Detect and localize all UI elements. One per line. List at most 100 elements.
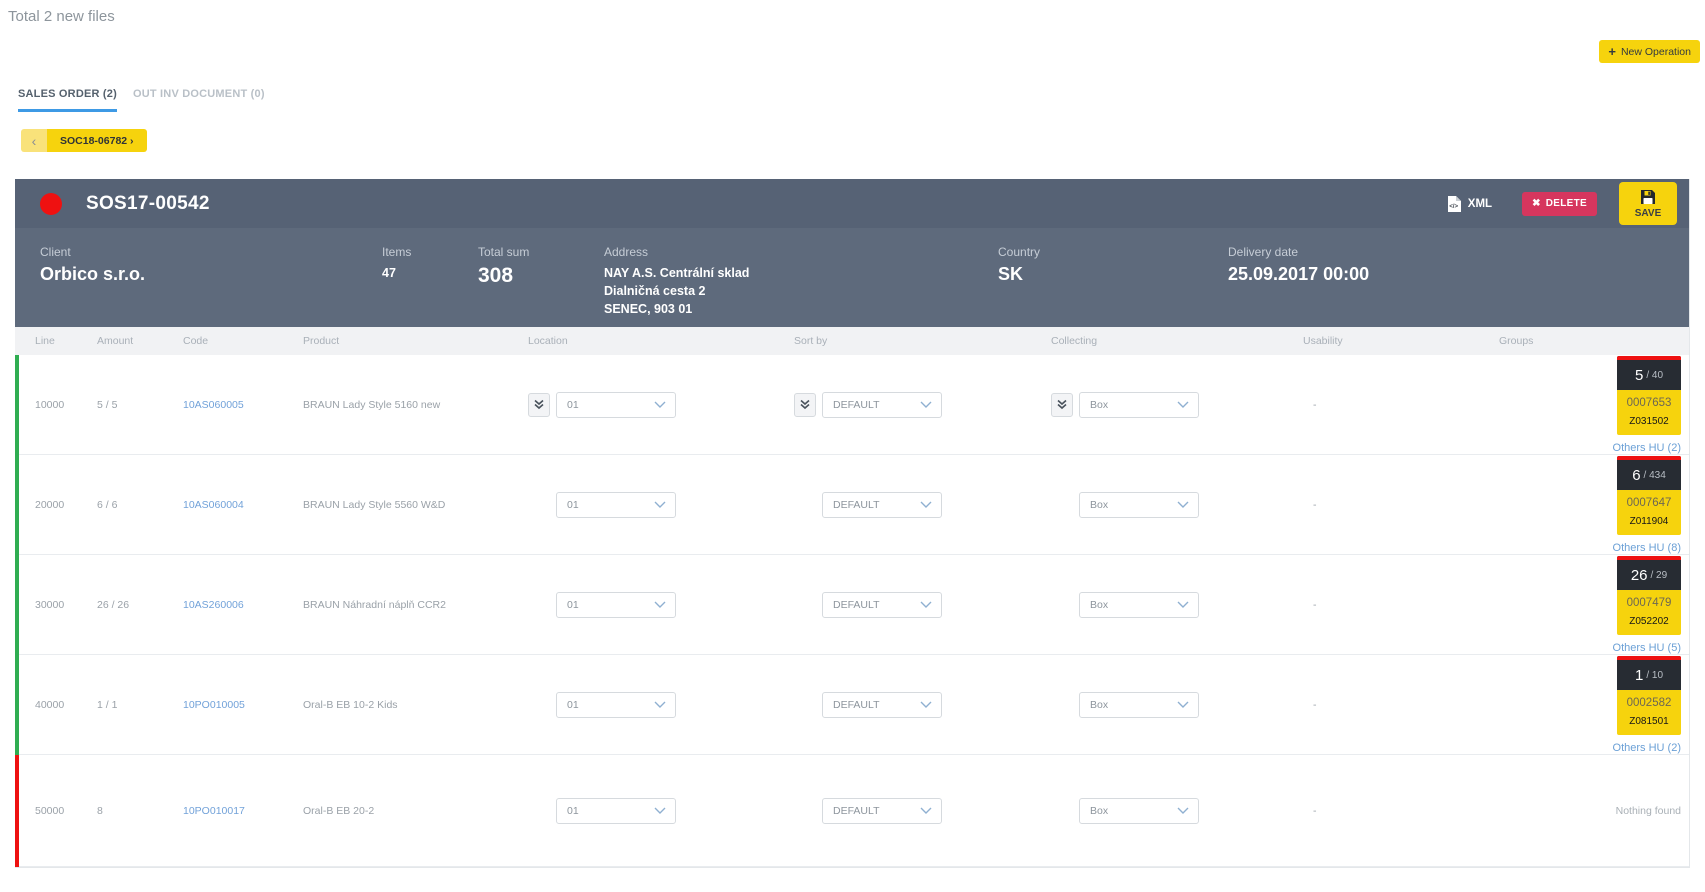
product-code-link[interactable]: 10AS060005 [183, 399, 244, 411]
product-code-link[interactable]: 10PO010005 [183, 699, 245, 711]
others-hu-link[interactable]: Others HU (5) [1613, 642, 1681, 654]
total-sum-value: 308 [478, 264, 514, 287]
location-select[interactable]: 01 [556, 491, 676, 518]
current-document-button[interactable]: SOC18-06782 › [47, 129, 147, 152]
collecting-select[interactable]: Box [1079, 491, 1199, 518]
xml-file-icon: </> [1447, 195, 1461, 212]
table-row: 10000 5 / 5 10AS060005 BRAUN Lady Style … [15, 355, 1689, 455]
row-status-bar [15, 355, 19, 455]
line-value: 50000 [35, 804, 65, 817]
status-circle-icon [40, 192, 62, 215]
tab-sales-order[interactable]: SALES ORDER (2) [18, 88, 117, 112]
chevron-down-icon [654, 401, 666, 408]
collecting-select[interactable]: Box [1079, 691, 1199, 718]
hu-card[interactable]: 26 / 29 0007479 Z052202 [1617, 556, 1681, 635]
info-country: Country SK [998, 245, 1228, 327]
column-header-groups: Groups [1499, 335, 1534, 347]
sort-by-select[interactable]: DEFAULT [822, 491, 942, 518]
hu-empty-text: Nothing found [1615, 805, 1681, 817]
table-body: 10000 5 / 5 10AS060005 BRAUN Lady Style … [15, 355, 1689, 867]
hu-card[interactable]: 5 / 40 0007653 Z031502 [1617, 356, 1681, 435]
table-header: Line Amount Code Product Location Sort by Coll… [15, 327, 1689, 355]
new-operation-button[interactable]: + New Operation [1599, 40, 1700, 63]
fill-down-button[interactable] [1051, 392, 1073, 417]
chevron-down-icon [920, 807, 932, 814]
line-value: 30000 [35, 598, 65, 611]
sortby-select-value: DEFAULT [833, 498, 880, 511]
info-total-sum: Total sum 308 [478, 245, 604, 327]
order-id: SOS17-00542 [86, 192, 210, 214]
sortby-select-value: DEFAULT [833, 398, 880, 411]
fill-down-button[interactable] [528, 392, 550, 417]
column-header-product: Product [303, 335, 340, 347]
fill-down-button[interactable] [794, 392, 816, 417]
collecting-select[interactable]: Box [1079, 797, 1199, 824]
sort-by-select[interactable]: DEFAULT [822, 391, 942, 418]
chevron-down-icon [1177, 501, 1189, 508]
sortby-select-value: DEFAULT [833, 804, 880, 817]
column-header-location: Location [528, 335, 568, 347]
location-select[interactable]: 01 [556, 691, 676, 718]
amount-value: 8 [97, 804, 103, 817]
double-chevron-down-icon [534, 399, 544, 410]
collecting-select-value: Box [1090, 804, 1109, 817]
sortby-select-value: DEFAULT [833, 598, 880, 611]
others-hu-link[interactable]: Others HU (2) [1613, 442, 1681, 454]
delete-label: DELETE [1545, 198, 1587, 209]
amount-value: 26 / 26 [97, 598, 130, 611]
sort-by-select[interactable]: DEFAULT [822, 691, 942, 718]
table-row: 20000 6 / 6 10AS060004 BRAUN Lady Style … [15, 455, 1689, 555]
collecting-select[interactable]: Box [1079, 391, 1199, 418]
table-row: 30000 26 / 26 10AS260006 BRAUN Náhradní … [15, 555, 1689, 655]
xml-button[interactable]: </> XML [1447, 195, 1492, 213]
svg-text:</>: </> [1449, 203, 1458, 210]
others-hu-link[interactable]: Others HU (8) [1613, 542, 1681, 554]
save-button[interactable]: SAVE [1619, 182, 1677, 225]
product-code-link[interactable]: 10AS260006 [183, 599, 244, 611]
hu-count: 26 [1630, 566, 1648, 584]
save-label: SAVE [1634, 207, 1662, 219]
tab-out-inv-document[interactable]: OUT INV DOCUMENT (0) [133, 88, 265, 112]
sort-by-select[interactable]: DEFAULT [822, 591, 942, 618]
product-code-link[interactable]: 10PO010017 [183, 805, 245, 817]
delete-button[interactable]: ✖ DELETE [1522, 191, 1597, 216]
chevron-down-icon [920, 501, 932, 508]
sort-by-select[interactable]: DEFAULT [822, 797, 942, 824]
product-code-link[interactable]: 10AS060004 [183, 499, 244, 511]
others-hu-link[interactable]: Others HU (2) [1613, 742, 1681, 754]
line-value: 40000 [35, 698, 65, 711]
product-name: BRAUN Náhradní náplň CCR2 [303, 598, 446, 611]
address-value: NAY A.S. Centrální sklad Dialničná cesta… [604, 266, 750, 317]
tabs: SALES ORDER (2) OUT INV DOCUMENT (0) [18, 88, 265, 112]
location-select-value: 01 [567, 804, 579, 817]
xml-label: XML [1467, 197, 1493, 210]
country-value: SK [998, 264, 1024, 284]
location-select[interactable]: 01 [556, 591, 676, 618]
chevron-down-icon [920, 601, 932, 608]
location-select-value: 01 [567, 598, 579, 611]
usability-value: - [1313, 804, 1317, 817]
prev-document-button[interactable]: ‹ [21, 129, 47, 152]
location-select[interactable]: 01 [556, 797, 676, 824]
row-status-bar [15, 755, 19, 867]
delivery-date-value: 25.09.2017 00:00 [1228, 264, 1370, 284]
hu-count: 5 [1634, 366, 1644, 384]
usability-value: - [1313, 498, 1317, 511]
hu-card[interactable]: 1 / 10 0002582 Z081501 [1617, 656, 1681, 735]
product-name: Oral-B EB 20-2 [303, 804, 375, 817]
usability-value: - [1313, 398, 1317, 411]
line-value: 20000 [35, 498, 65, 511]
hu-code: 0007479 [1626, 597, 1672, 609]
chevron-down-icon [1177, 701, 1189, 708]
hu-count: 1 [1634, 666, 1644, 684]
chevron-down-icon [1177, 401, 1189, 408]
hu-card[interactable]: 6 / 434 0007647 Z011904 [1617, 456, 1681, 535]
document-nav: ‹ SOC18-06782 › [21, 129, 147, 152]
order-card: SOS17-00542 </> XML ✖ DELETE SAVE Client… [15, 179, 1690, 868]
location-select[interactable]: 01 [556, 391, 676, 418]
collecting-select-value: Box [1090, 398, 1109, 411]
collecting-select[interactable]: Box [1079, 591, 1199, 618]
chevron-down-icon [654, 701, 666, 708]
product-name: BRAUN Lady Style 5560 W&D [303, 498, 446, 511]
hu-zcode: Z031502 [1629, 416, 1669, 427]
